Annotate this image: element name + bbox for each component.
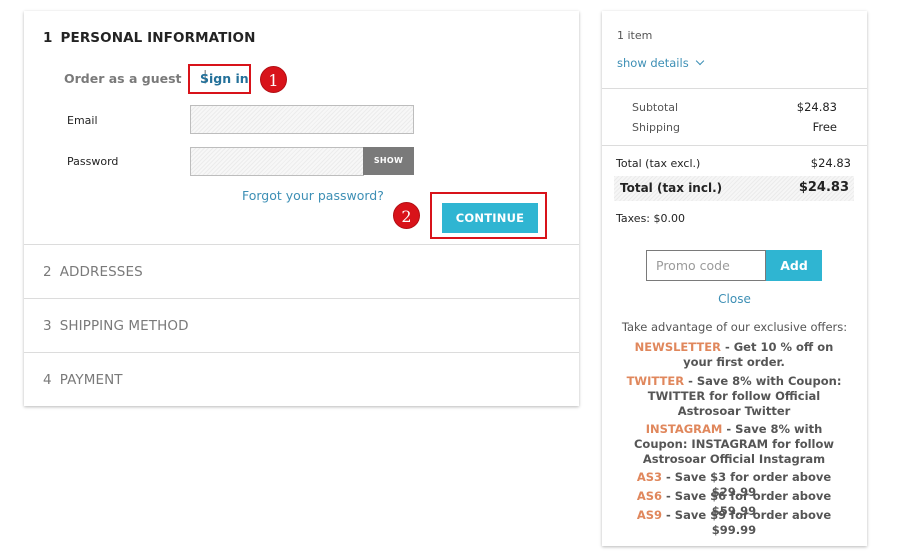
offers-heading: Take advantage of our exclusive offers: xyxy=(621,320,848,334)
offer-code[interactable]: TWITTER xyxy=(627,374,684,388)
step-label: ADDRESSES xyxy=(59,264,143,280)
password-field[interactable] xyxy=(190,147,364,176)
step-payment[interactable]: 4 PAYMENT xyxy=(24,352,579,406)
shipping-value: Free xyxy=(812,120,837,134)
offer-code[interactable]: AS3 xyxy=(637,470,662,484)
sign-in-link[interactable]: Sign in xyxy=(200,71,249,86)
step-addresses[interactable]: 2 ADDRESSES xyxy=(24,244,579,298)
summary-divider xyxy=(602,145,867,146)
step-title-payment: 4 PAYMENT xyxy=(43,372,123,388)
total-excl-value: $24.83 xyxy=(810,156,851,170)
offer-item: INSTAGRAM - Save 8% with Coupon: INSTAGR… xyxy=(620,422,848,467)
chevron-down-icon xyxy=(695,56,704,66)
show-details-toggle[interactable]: show details xyxy=(617,56,704,70)
step-number: 3 xyxy=(43,318,52,334)
subtotal-value: $24.83 xyxy=(796,100,837,114)
step-label: PAYMENT xyxy=(59,372,123,388)
email-field[interactable] xyxy=(190,105,414,134)
offer-code[interactable]: AS6 xyxy=(637,489,662,503)
annotation-badge-2: 2 xyxy=(393,202,420,229)
item-count: 1 item xyxy=(617,29,653,42)
step-label: SHIPPING METHOD xyxy=(59,318,189,334)
step-title-addresses: 2 ADDRESSES xyxy=(43,264,143,280)
step-label: PERSONAL INFORMATION xyxy=(60,30,256,46)
step-personal-information: 1 PERSONAL INFORMATION Order as a guest |… xyxy=(24,11,579,244)
forgot-password-link[interactable]: Forgot your password? xyxy=(242,188,384,203)
total-incl-label: Total (tax incl.) xyxy=(620,181,723,195)
step-number: 2 xyxy=(43,264,52,280)
password-label: Password xyxy=(67,155,119,168)
continue-button[interactable]: CONTINUE xyxy=(442,203,538,233)
shipping-label: Shipping xyxy=(632,121,680,134)
offer-item: AS9 - Save $9 for order above $99.99 xyxy=(620,508,848,538)
step-number: 4 xyxy=(43,372,52,388)
annotation-badge-1: 1 xyxy=(260,66,287,93)
offer-item: NEWSLETTER - Get 10 % off on your first … xyxy=(620,340,848,370)
step-shipping-method[interactable]: 3 SHIPPING METHOD xyxy=(24,298,579,352)
checkout-steps-panel: 1 PERSONAL INFORMATION Order as a guest |… xyxy=(24,11,579,406)
close-promo-link[interactable]: Close xyxy=(602,292,867,306)
step-number: 1 xyxy=(43,30,53,46)
offer-code[interactable]: AS9 xyxy=(637,508,662,522)
subtotal-label: Subtotal xyxy=(632,101,679,114)
offer-description: - Save $9 for order above $99.99 xyxy=(662,508,832,537)
step-title-shipping-method: 3 SHIPPING METHOD xyxy=(43,318,189,334)
total-incl-value: $24.83 xyxy=(798,180,849,195)
show-password-button[interactable]: SHOW xyxy=(363,147,414,175)
cart-summary-panel: 1 item show details Subtotal $24.83 Ship… xyxy=(602,11,867,546)
offer-item: TWITTER - Save 8% with Coupon: TWITTER f… xyxy=(620,374,848,419)
order-as-guest-tab[interactable]: Order as a guest xyxy=(64,71,182,86)
promo-code-input[interactable]: Promo code xyxy=(646,250,766,281)
step-title-personal-information: 1 PERSONAL INFORMATION xyxy=(43,30,256,46)
email-label: Email xyxy=(67,114,98,127)
show-details-label: show details xyxy=(617,56,689,70)
taxes-line: Taxes: $0.00 xyxy=(616,212,686,225)
summary-divider xyxy=(602,88,867,89)
add-promo-button[interactable]: Add xyxy=(766,250,822,281)
total-incl-row: Total (tax incl.) $24.83 xyxy=(614,176,854,201)
offer-code[interactable]: NEWSLETTER xyxy=(635,340,721,354)
total-excl-label: Total (tax excl.) xyxy=(616,157,701,170)
offer-code[interactable]: INSTAGRAM xyxy=(646,422,723,436)
